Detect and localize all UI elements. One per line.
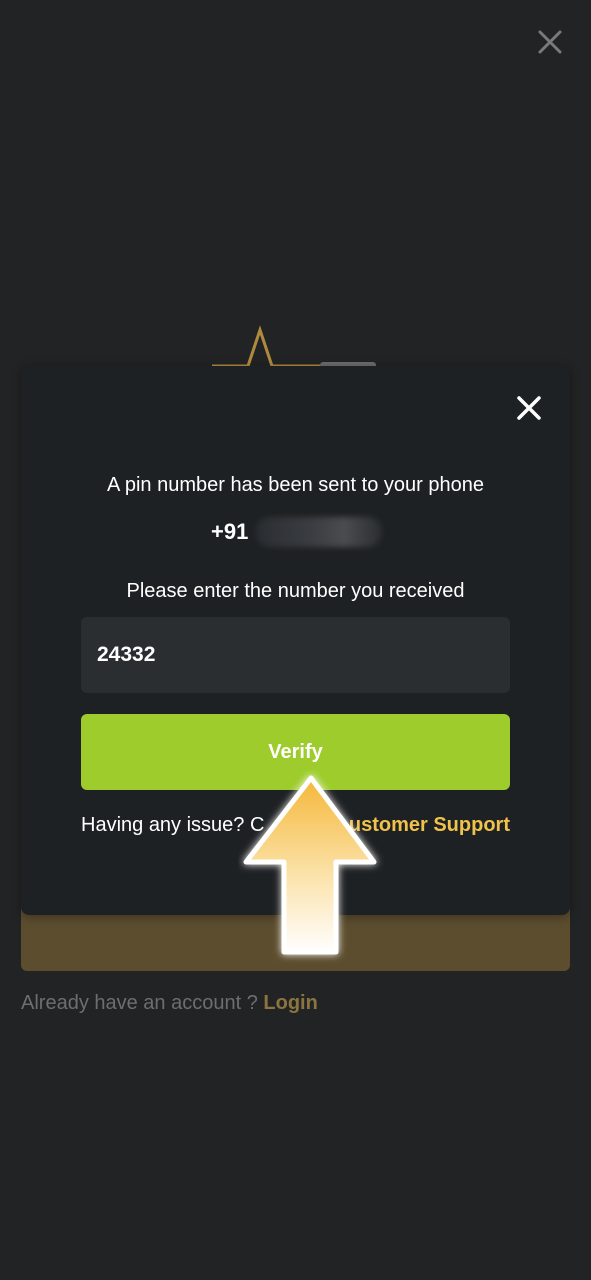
phone-number: +91 (211, 514, 383, 550)
login-prompt-text: Already have an account ? (21, 992, 258, 1014)
pin-sent-message: A pin number has been sent to your phone (107, 474, 484, 496)
pin-verification-modal: A pin number has been sent to your phone… (21, 366, 570, 915)
modal-close-button[interactable] (511, 390, 547, 426)
login-prompt: Already have an account ? Login (21, 992, 318, 1015)
enter-pin-prompt: Please enter the number you received (126, 580, 465, 602)
login-link[interactable]: Login (263, 992, 317, 1014)
pin-input[interactable] (81, 617, 510, 693)
star-logo-icon (212, 325, 376, 370)
support-row: Having any issue? C ustomer Support (81, 814, 510, 837)
issue-prompt: Having any issue? C (81, 814, 265, 836)
page-close-button[interactable] (534, 26, 566, 58)
close-icon (517, 396, 541, 420)
phone-country-code: +91 (211, 519, 249, 544)
phone-number-redacted (256, 517, 383, 547)
verify-button[interactable]: Verify (81, 714, 510, 790)
close-icon (538, 30, 562, 54)
customer-support-link[interactable]: ustomer Support (349, 814, 510, 837)
